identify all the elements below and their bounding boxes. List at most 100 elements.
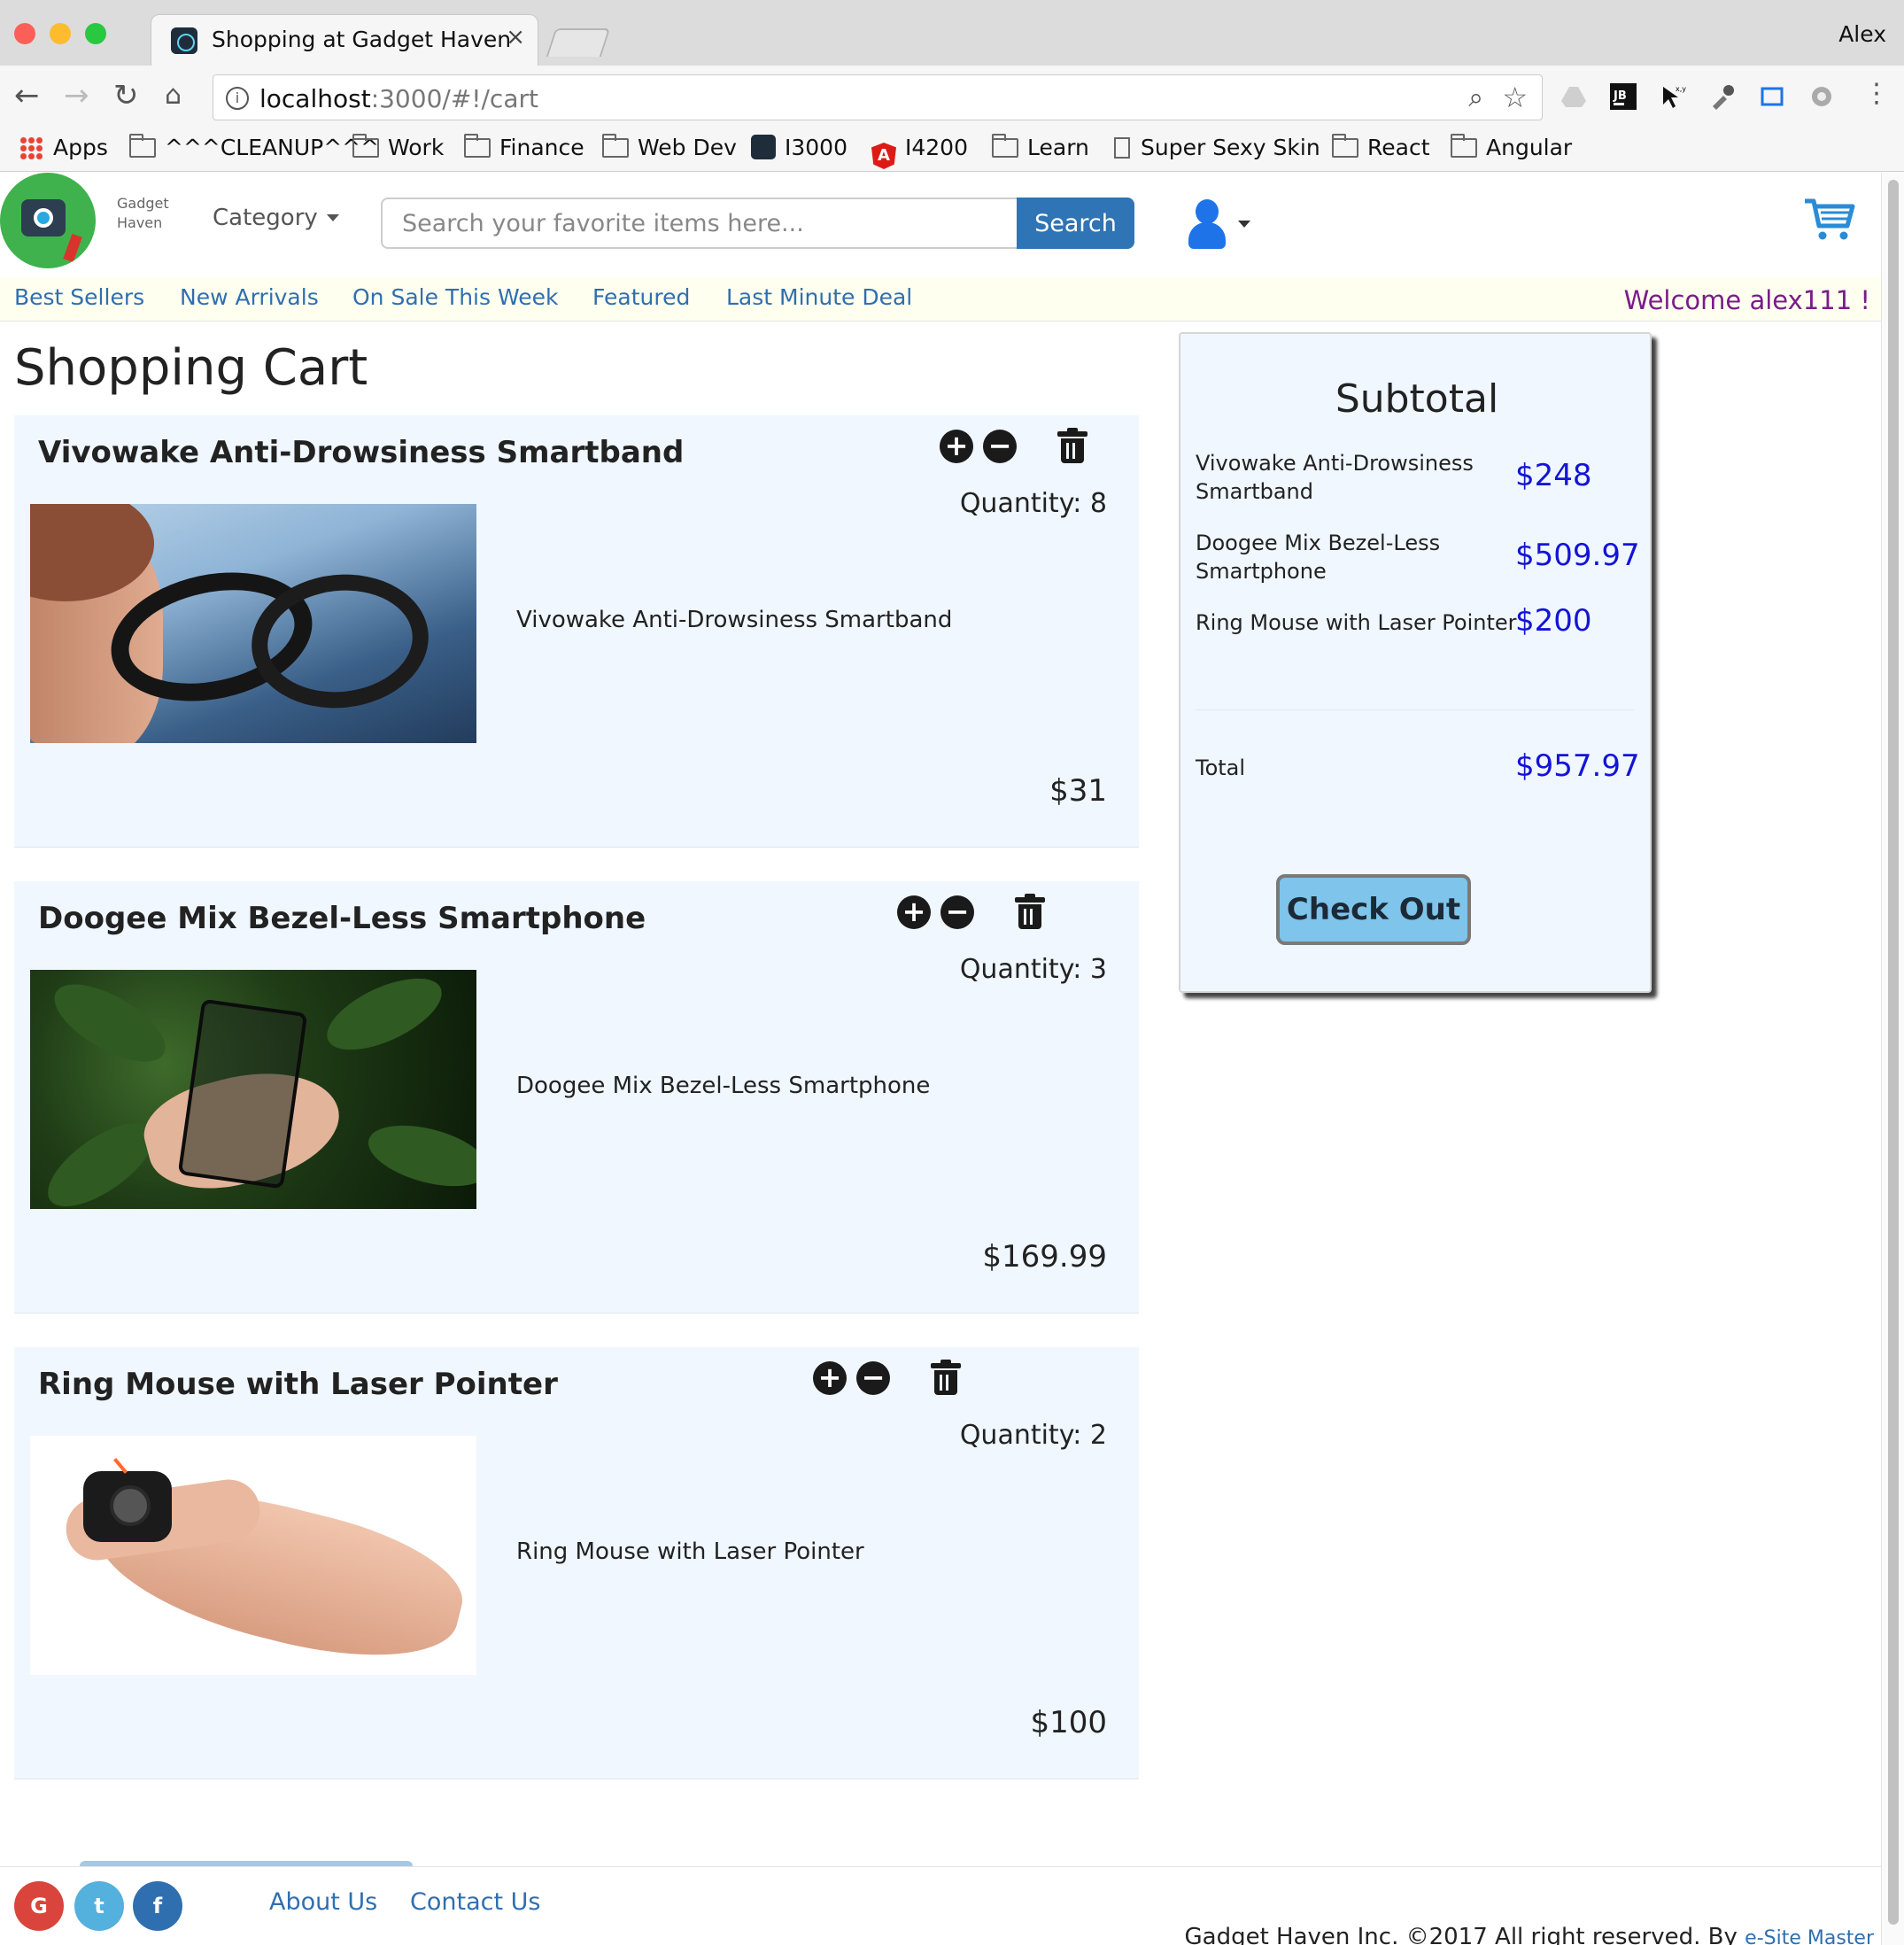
user-icon (1196, 199, 1219, 224)
subtotal-line-amount: $200 (1515, 603, 1592, 639)
new-tab-button[interactable] (546, 28, 611, 57)
page-scrollbar[interactable] (1881, 173, 1904, 1945)
folder-icon (1451, 134, 1477, 158)
contact-us-link[interactable]: Contact Us (410, 1888, 540, 1916)
scrollbar-thumb[interactable] (1888, 180, 1899, 1925)
total-amount: $957.97 (1515, 748, 1640, 784)
close-window-button[interactable] (14, 23, 35, 44)
site-header: Gadget Haven Category Search (0, 173, 1881, 277)
increase-quantity-icon[interactable]: + (897, 895, 931, 929)
browser-titlebar: Shopping at Gadget Haven × Alex (0, 0, 1904, 66)
eyedropper-extension-icon[interactable] (1709, 83, 1736, 110)
address-bar[interactable]: i localhost:3000/#!/cart ⌕ ☆ (213, 74, 1543, 120)
bookmark-react[interactable]: React (1332, 134, 1430, 160)
cart-item: Doogee Mix Bezel-Less Smartphone + − Qua… (14, 881, 1139, 1313)
browser-toolbar: ← → ↻ ⌂ i localhost:3000/#!/cart ⌕ ☆ JB … (0, 66, 1904, 131)
browser-tab[interactable]: Shopping at Gadget Haven × (151, 14, 538, 66)
about-us-link[interactable]: About Us (269, 1888, 377, 1916)
bookmark-i3000[interactable]: I3000 (751, 135, 848, 160)
gadget-haven-logo[interactable] (0, 173, 96, 268)
back-arrow-icon[interactable]: ← (14, 78, 40, 113)
screen-capture-extension-icon[interactable] (1759, 83, 1785, 110)
nav-new-arrivals[interactable]: New Arrivals (180, 284, 319, 310)
logo-lens-shape (34, 208, 53, 228)
smartphone-product-image[interactable] (30, 970, 476, 1209)
facebook-icon[interactable]: f (133, 1881, 182, 1931)
credit-link[interactable]: e-Site Master (1745, 1927, 1874, 1945)
caret-down-icon (1238, 221, 1250, 228)
category-dropdown[interactable]: Category (213, 205, 339, 231)
bookmark-apps[interactable]: Apps (19, 135, 108, 160)
trash-icon[interactable] (931, 1360, 961, 1395)
trash-icon[interactable] (1057, 428, 1087, 463)
item-price: $31 (1049, 773, 1107, 809)
subtotal-panel: Subtotal Vivowake Anti-Drowsiness Smartb… (1179, 332, 1652, 993)
brand-name: Gadget Haven (117, 195, 169, 231)
settings-extension-icon[interactable] (1808, 83, 1835, 110)
bookmark-finance[interactable]: Finance (464, 134, 584, 160)
zoom-icon[interactable]: ⌕ (1468, 82, 1483, 113)
jetbrains-extension-icon[interactable]: JB (1610, 83, 1637, 110)
subtotal-line-name: Doogee Mix Bezel-Less Smartphone (1196, 531, 1441, 584)
angular-icon: A (871, 143, 896, 169)
nav-on-sale-this-week[interactable]: On Sale This Week (352, 284, 558, 310)
item-price: $169.99 (982, 1239, 1107, 1275)
cursor-coordinates-extension-icon[interactable]: x,y (1660, 83, 1686, 110)
drive-extension-icon[interactable] (1560, 83, 1587, 110)
subtotal-line-amount: $248 (1515, 458, 1592, 493)
bookmarks-bar: Apps ^^^CLEANUP^^^ Work Finance Web Dev … (0, 131, 1904, 172)
bookmark-star-icon[interactable]: ☆ (1502, 81, 1528, 114)
nav-featured[interactable]: Featured (592, 284, 690, 310)
logo-accent-shape (63, 233, 82, 263)
site-footer: G t f About Us Contact Us Gadget Haven I… (0, 1866, 1881, 1945)
item-name: Doogee Mix Bezel-Less Smartphone (38, 901, 646, 936)
item-name: Ring Mouse with Laser Pointer (38, 1367, 558, 1402)
item-quantity: Quantity: 3 (959, 954, 1107, 985)
subtotal-line-name: Vivowake Anti-Drowsiness Smartband (1196, 451, 1474, 504)
react-favicon-icon (171, 27, 197, 54)
url-text[interactable]: localhost:3000/#!/cart (259, 84, 538, 113)
search-input[interactable] (381, 198, 1017, 249)
bookmark-web-dev[interactable]: Web Dev (602, 134, 737, 160)
bookmark-super-sexy-skin[interactable]: Super Sexy Skin (1114, 135, 1320, 160)
minimize-window-button[interactable] (50, 23, 71, 44)
ring-mouse-product-image[interactable] (30, 1436, 476, 1675)
bookmark-i4200[interactable]: A I4200 (871, 135, 968, 169)
browser-menu-icon[interactable]: ⋮ (1863, 76, 1890, 112)
item-name: Vivowake Anti-Drowsiness Smartband (38, 435, 685, 470)
folder-icon (129, 134, 156, 158)
folder-icon (352, 134, 379, 158)
bookmark-work[interactable]: Work (352, 134, 444, 160)
bookmark-cleanup[interactable]: ^^^CLEANUP^^^ (129, 134, 379, 160)
increase-quantity-icon[interactable]: + (940, 430, 973, 463)
decrease-quantity-icon[interactable]: − (983, 430, 1017, 463)
zoom-window-button[interactable] (85, 23, 106, 44)
item-description: Doogee Mix Bezel-Less Smartphone (516, 1073, 931, 1099)
shopping-cart-icon[interactable] (1803, 198, 1856, 242)
increase-quantity-icon[interactable]: + (813, 1361, 847, 1395)
checkout-button[interactable]: Check Out (1276, 874, 1471, 945)
item-description: Vivowake Anti-Drowsiness Smartband (516, 607, 953, 633)
nav-best-sellers[interactable]: Best Sellers (14, 284, 144, 310)
apps-grid-icon (19, 136, 43, 159)
copyright-text: Gadget Haven Inc. ©2017 All right reserv… (1184, 1924, 1874, 1945)
user-menu-dropdown[interactable] (1187, 199, 1258, 252)
bookmark-learn[interactable]: Learn (992, 134, 1089, 160)
google-plus-icon[interactable]: G (14, 1881, 64, 1931)
home-icon[interactable]: ⌂ (165, 78, 182, 113)
bookmark-angular[interactable]: Angular (1451, 134, 1572, 160)
profile-name[interactable]: Alex (1838, 21, 1886, 47)
forward-arrow-icon[interactable]: → (64, 78, 89, 113)
smartband-product-image[interactable] (30, 504, 476, 743)
tab-close-icon[interactable]: × (506, 24, 525, 50)
nav-last-minute-deal[interactable]: Last Minute Deal (726, 284, 912, 310)
tab-title: Shopping at Gadget Haven (212, 27, 512, 52)
decrease-quantity-icon[interactable]: − (856, 1361, 890, 1395)
decrease-quantity-icon[interactable]: − (940, 895, 974, 929)
reload-icon[interactable]: ↻ (113, 78, 139, 113)
page-content: Gadget Haven Category Search Best Seller… (0, 173, 1881, 1945)
info-icon[interactable]: i (226, 87, 249, 110)
twitter-icon[interactable]: t (74, 1881, 124, 1931)
trash-icon[interactable] (1015, 894, 1045, 929)
search-button[interactable]: Search (1017, 198, 1134, 249)
